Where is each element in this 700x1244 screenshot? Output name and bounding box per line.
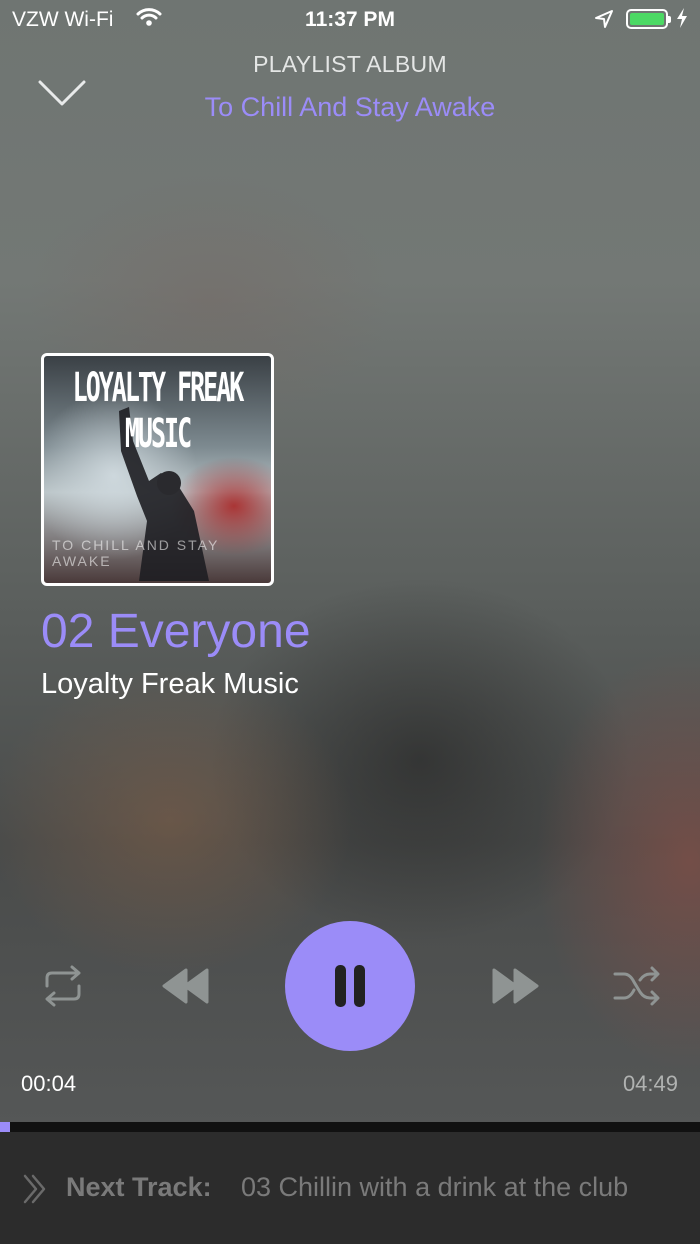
battery-fill <box>630 13 664 25</box>
track-title: 02 Everyone <box>41 605 311 658</box>
album-art-subtitle: TO CHILL AND STAY AWAKE <box>52 537 220 569</box>
shuffle-icon <box>613 966 660 1006</box>
progress-fill <box>0 1122 10 1132</box>
shuffle-button[interactable] <box>612 964 662 1013</box>
repeat-icon <box>45 965 81 1007</box>
next-track-title: 03 Chillin with a drink at the club <box>241 1172 629 1202</box>
next-track-bar[interactable]: Next Track: 03 Chillin with a drink at t… <box>0 1132 700 1244</box>
pause-icon <box>335 965 346 1007</box>
charging-bolt-icon <box>676 7 688 35</box>
status-bar: VZW Wi-Fi 11:37 PM <box>0 0 700 40</box>
next-track-label: Next Track: <box>66 1172 212 1202</box>
rewind-button[interactable] <box>162 966 210 1011</box>
playlist-subtitle: PLAYLIST ALBUM <box>253 51 447 77</box>
current-time: 00:04 <box>21 1071 77 1096</box>
album-art-title: LOYALTY FREAK MUSIC <box>72 364 245 457</box>
total-time: 04:49 <box>622 1071 678 1096</box>
location-arrow-icon <box>594 9 614 35</box>
fast-forward-icon <box>492 968 539 1004</box>
playlist-title[interactable]: To Chill And Stay Awake <box>0 92 700 123</box>
battery-icon <box>626 9 671 29</box>
rewind-icon <box>162 968 209 1004</box>
pause-icon-bar <box>354 965 365 1007</box>
repeat-button[interactable] <box>39 964 87 1013</box>
album-art: LOYALTY FREAK MUSIC TO CHILL AND STAY AW… <box>41 353 274 586</box>
fast-forward-button[interactable] <box>491 966 539 1011</box>
double-chevron-right-icon <box>22 1173 48 1210</box>
track-artist: Loyalty Freak Music <box>41 668 299 700</box>
pause-button[interactable] <box>285 921 415 1051</box>
progress-bar[interactable] <box>0 1122 700 1132</box>
